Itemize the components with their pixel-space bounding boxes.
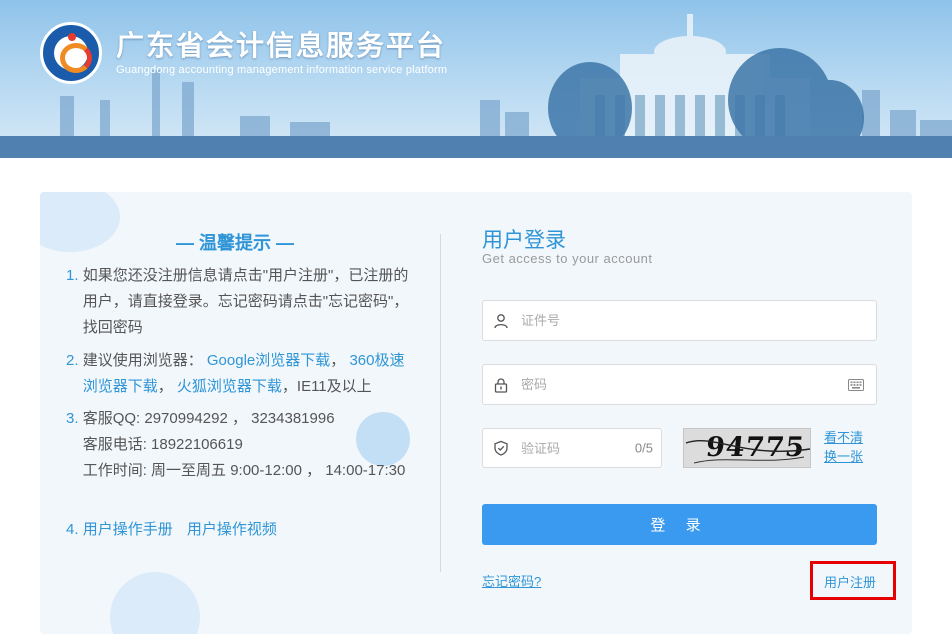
captcha-char-counter: 0/5 <box>634 440 653 456</box>
login-subtitle: Get access to your account <box>482 251 653 266</box>
tip-text: 如果您还没注册信息请点击"用户注册"，已注册的用户，请直接登录。忘记密码请点击"… <box>82 267 409 336</box>
register-link[interactable]: 用户注册 <box>824 572 876 591</box>
captcha-input[interactable] <box>521 429 621 467</box>
site-subtitle: Guangdong accounting management informat… <box>116 64 448 76</box>
password-field <box>482 364 877 405</box>
support-hours: 工作时间: 周一至周五 9:00-12:00 ， 14:00-17:30 <box>82 462 406 479</box>
decor-bubble <box>110 572 200 634</box>
user-video-link[interactable]: 用户操作视频 <box>187 521 277 538</box>
captcha-field: 0/5 <box>482 428 662 468</box>
captcha-noise <box>685 439 810 464</box>
tip-item-3: 3. 客服QQ: 2970994292 ， 3234381996 客服电话: 1… <box>66 406 416 484</box>
tip-number: 4. <box>66 521 79 538</box>
firefox-download-link[interactable]: 火狐浏览器下载 <box>177 378 282 395</box>
tip-separator: ， <box>157 378 173 395</box>
lock-icon <box>494 377 508 393</box>
vertical-divider <box>440 234 441 572</box>
refresh-captcha-link[interactable]: 看不清换一张 <box>824 428 868 466</box>
shield-check-icon <box>494 440 508 456</box>
decor-bubble <box>40 192 120 252</box>
tip-item-1: 1. 如果您还没注册信息请点击"用户注册"，已注册的用户，请直接登录。忘记密码请… <box>66 263 416 341</box>
tips-title: — 温馨提示 — <box>176 233 295 253</box>
support-qq: 客服QQ: 2970994292 ， 3234381996 <box>82 410 335 427</box>
tip-separator: ， <box>330 352 346 369</box>
user-icon <box>494 313 508 328</box>
login-button[interactable]: 登 录 <box>482 504 877 545</box>
user-manual-link[interactable]: 用户操作手册 <box>83 521 173 538</box>
platform-logo <box>40 22 102 84</box>
password-input[interactable] <box>521 365 821 404</box>
tip-number: 2. <box>66 352 79 369</box>
tip-item-2: 2. 建议使用浏览器： Google浏览器下载， 360极速浏览器下载， 火狐浏… <box>66 348 416 400</box>
forgot-password-link[interactable]: 忘记密码? <box>482 571 541 590</box>
tip-text: 建议使用浏览器： <box>82 352 203 369</box>
login-title: 用户登录 <box>482 229 566 252</box>
header-banner: 广东省会计信息服务平台 Guangdong accounting managem… <box>0 0 952 158</box>
tip-text: ，IE11及以上 <box>281 378 372 395</box>
google-download-link[interactable]: Google浏览器下载 <box>207 352 330 369</box>
captcha-image[interactable]: 94775 <box>683 428 811 468</box>
tip-number: 1. <box>66 267 79 284</box>
keyboard-icon[interactable] <box>848 378 864 391</box>
tip-item-4: 4. 用户操作手册 用户操作视频 <box>66 517 416 543</box>
tip-number: 3. <box>66 410 79 427</box>
id-number-input[interactable] <box>521 301 861 340</box>
support-phone: 客服电话: 18922106619 <box>82 436 243 453</box>
site-title: 广东省会计信息服务平台 <box>116 29 447 62</box>
id-field <box>482 300 877 341</box>
